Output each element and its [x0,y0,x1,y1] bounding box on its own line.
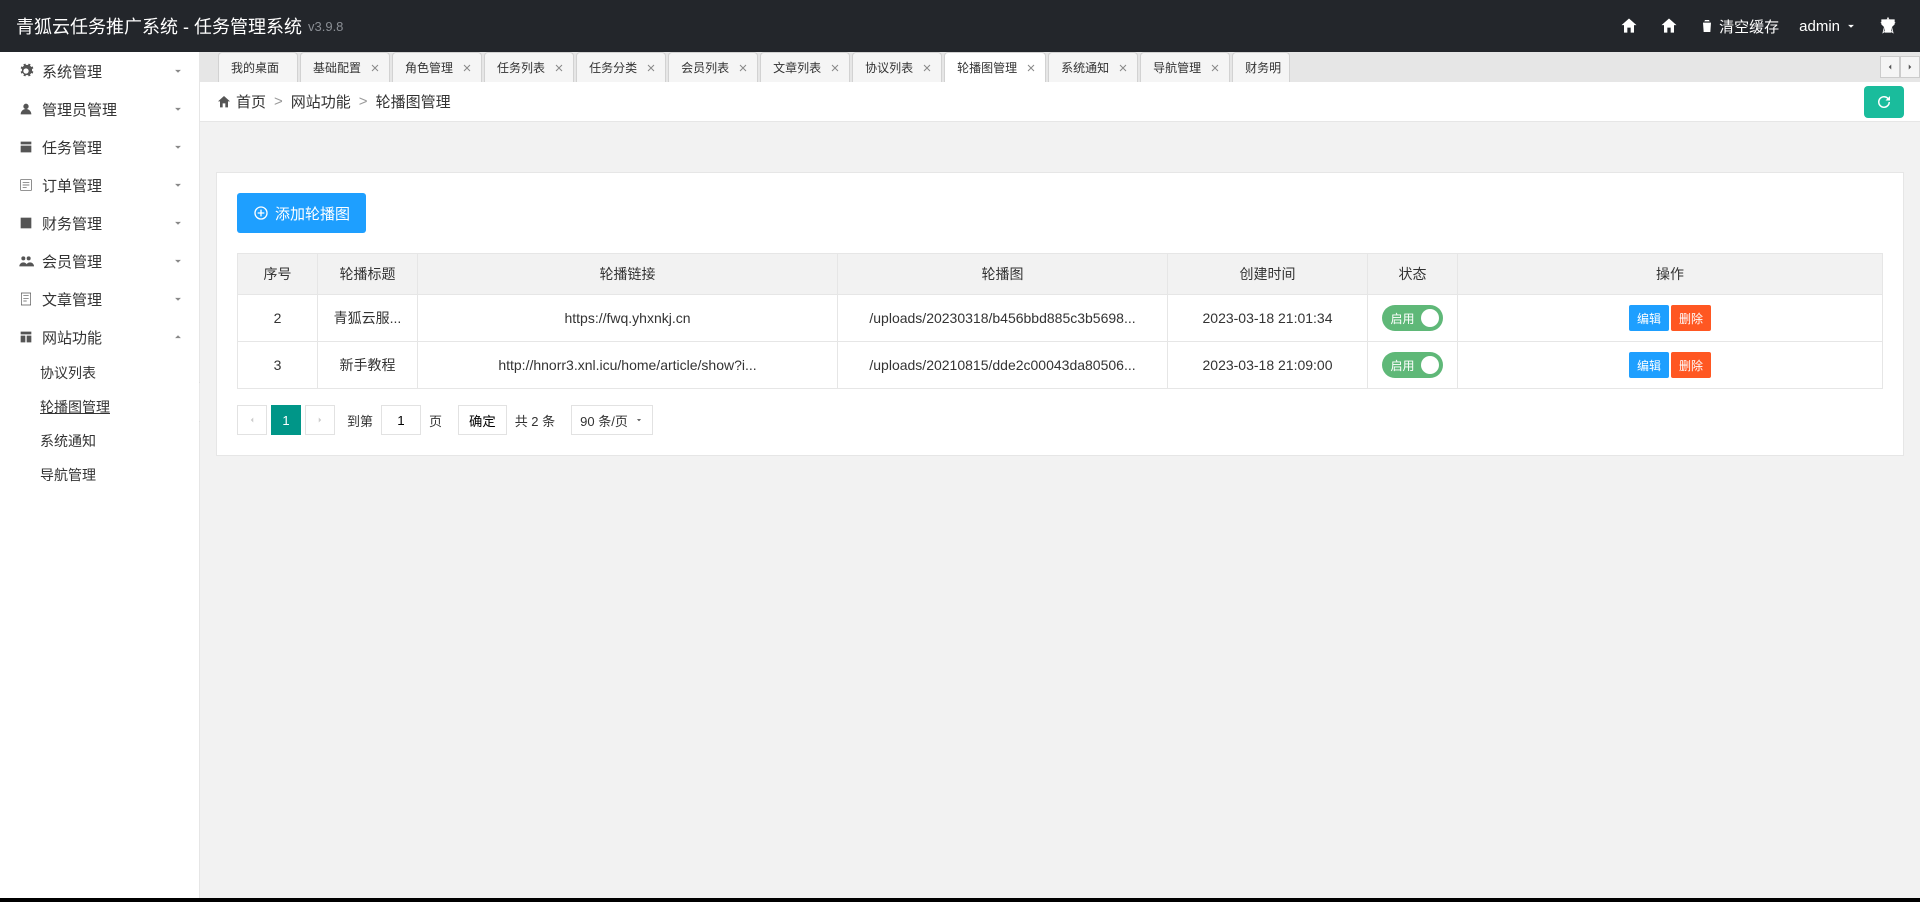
tab-agreement-list[interactable]: 协议列表 [852,52,942,82]
chevron-down-icon [634,415,644,425]
cell-title: 新手教程 [318,342,418,389]
cell-idx: 3 [238,342,318,389]
edit-button[interactable]: 编辑 [1629,352,1669,378]
cell-ops: 编辑删除 [1458,295,1883,342]
page-size-select[interactable]: 90 条/页 [571,405,653,435]
home-icon[interactable] [1609,0,1649,52]
sidebar-sub-nav[interactable]: 导航管理 [0,458,199,492]
home-alt-icon[interactable] [1649,0,1689,52]
sidebar-sub-notice[interactable]: 系统通知 [0,424,199,458]
close-icon[interactable] [553,62,565,74]
cell-img: /uploads/20230318/b456bbd885c3b5698... [838,295,1168,342]
sidebar-item-finance[interactable]: 财务管理 [0,204,199,242]
sidebar-sub-carousel[interactable]: 轮播图管理 [0,390,199,424]
status-switch[interactable]: 启用 [1382,305,1442,331]
pagination: 1 到第 页 确定 共 2 条 90 条/页 [237,405,1883,435]
cell-status: 启用 [1368,342,1458,389]
cell-time: 2023-03-18 21:01:34 [1168,295,1368,342]
breadcrumb: 首页 > 网站功能 > 轮播图管理 [200,82,1920,122]
tabs-bar: 我的桌面 基础配置 角色管理 任务列表 任务分类 会员列表 文章列表 协议列表 … [200,52,1920,82]
tabs-prev-button[interactable] [1880,56,1900,78]
header-bar: 青狐云任务推广系统 - 任务管理系统 v3.9.8 清空缓存 admin [0,0,1920,52]
crumb-section[interactable]: 网站功能 [291,91,351,112]
user-menu[interactable]: admin [1789,0,1868,52]
page-next-button[interactable] [305,405,335,435]
sidebar-item-article[interactable]: 文章管理 [0,280,199,318]
close-icon[interactable] [369,62,381,74]
sidebar-item-task[interactable]: 任务管理 [0,128,199,166]
tab-desktop[interactable]: 我的桌面 [218,52,298,82]
close-icon[interactable] [737,62,749,74]
sidebar-item-order[interactable]: 订单管理 [0,166,199,204]
edit-button[interactable]: 编辑 [1629,305,1669,331]
page-prev-button[interactable] [237,405,267,435]
th-title: 轮播标题 [318,254,418,295]
tab-task-list[interactable]: 任务列表 [484,52,574,82]
sidebar-item-system[interactable]: 系统管理 [0,52,199,90]
page-confirm-button[interactable]: 确定 [458,405,507,435]
page-input[interactable] [381,405,421,435]
table-row: 3新手教程http://hnorr3.xnl.icu/home/article/… [238,342,1883,389]
delete-button[interactable]: 删除 [1671,352,1711,378]
cell-link: https://fwq.yhxnkj.cn [418,295,838,342]
cell-img: /uploads/20210815/dde2c00043da80506... [838,342,1168,389]
th-status: 状态 [1368,254,1458,295]
goto-label: 到第 [347,411,373,430]
close-icon[interactable] [1025,62,1037,74]
tab-carousel[interactable]: 轮播图管理 [944,52,1046,82]
add-carousel-button[interactable]: 添加轮播图 [237,193,366,233]
clear-cache-button[interactable]: 清空缓存 [1689,0,1789,52]
sidebar-item-member[interactable]: 会员管理 [0,242,199,280]
page-total: 共 2 条 [515,411,555,430]
content-card: 添加轮播图 序号 轮播标题 轮播链接 轮播图 创建时间 状态 [216,172,1904,456]
close-icon[interactable] [829,62,841,74]
tab-notice[interactable]: 系统通知 [1048,52,1138,82]
th-idx: 序号 [238,254,318,295]
cell-link: http://hnorr3.xnl.icu/home/article/show?… [418,342,838,389]
close-icon[interactable] [645,62,657,74]
app-title: 青狐云任务推广系统 - 任务管理系统 [16,13,302,39]
refresh-button[interactable] [1864,86,1904,118]
plus-icon [253,205,269,221]
page-suffix: 页 [429,411,442,430]
cell-time: 2023-03-18 21:09:00 [1168,342,1368,389]
close-icon[interactable] [461,62,473,74]
th-ops: 操作 [1458,254,1883,295]
close-icon[interactable] [921,62,933,74]
delete-button[interactable]: 删除 [1671,305,1711,331]
status-switch[interactable]: 启用 [1382,352,1442,378]
crumb-page: 轮播图管理 [376,91,451,112]
tab-article-list[interactable]: 文章列表 [760,52,850,82]
tab-task-cat[interactable]: 任务分类 [576,52,666,82]
sidebar-item-site[interactable]: 网站功能 [0,318,199,356]
th-img: 轮播图 [838,254,1168,295]
tab-basic-config[interactable]: 基础配置 [300,52,390,82]
tab-role[interactable]: 角色管理 [392,52,482,82]
cell-ops: 编辑删除 [1458,342,1883,389]
home-icon [216,94,232,110]
carousel-table: 序号 轮播标题 轮播链接 轮播图 创建时间 状态 操作 2青狐云服...http… [237,253,1883,389]
sidebar: 系统管理 管理员管理 任务管理 订单管理 财务管理 会员管理 文章管理 网站功能… [0,52,200,902]
th-time: 创建时间 [1168,254,1368,295]
theme-icon[interactable] [1868,0,1908,52]
tabs-next-button[interactable] [1900,56,1920,78]
sidebar-sub-agreement[interactable]: 协议列表 [0,356,199,390]
cell-idx: 2 [238,295,318,342]
app-version: v3.9.8 [308,19,343,34]
th-link: 轮播链接 [418,254,838,295]
tab-member-list[interactable]: 会员列表 [668,52,758,82]
cell-status: 启用 [1368,295,1458,342]
cell-title: 青狐云服... [318,295,418,342]
tab-nav[interactable]: 导航管理 [1140,52,1230,82]
table-row: 2青狐云服...https://fwq.yhxnkj.cn/uploads/20… [238,295,1883,342]
sidebar-item-admin[interactable]: 管理员管理 [0,90,199,128]
close-icon[interactable] [1209,62,1221,74]
crumb-home[interactable]: 首页 [236,91,266,112]
close-icon[interactable] [1117,62,1129,74]
page-number-1[interactable]: 1 [271,405,301,435]
tab-finance[interactable]: 财务明 [1232,52,1290,82]
